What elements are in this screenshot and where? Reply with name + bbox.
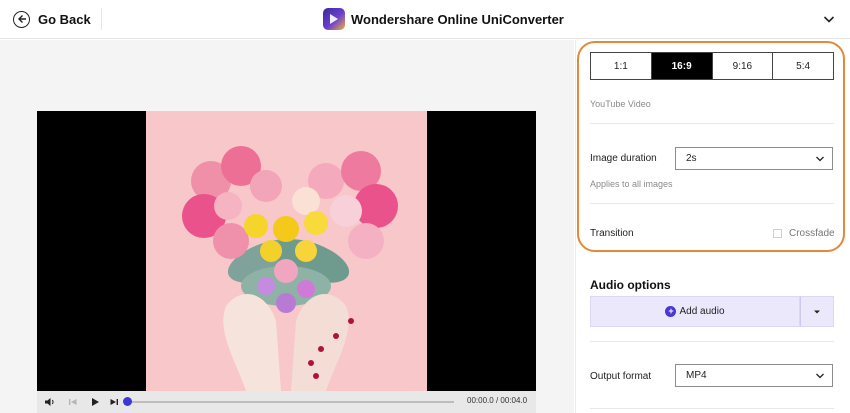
caret-down-icon xyxy=(814,310,820,313)
ratio-option[interactable]: 5:4 xyxy=(773,53,833,79)
divider xyxy=(590,203,834,204)
chevron-down-icon xyxy=(816,373,824,379)
go-back-button[interactable]: Go Back xyxy=(13,9,91,29)
add-audio-button[interactable]: + Add audio xyxy=(590,296,800,327)
seek-bar[interactable] xyxy=(127,401,454,403)
volume-icon[interactable] xyxy=(42,394,58,410)
go-back-label: Go Back xyxy=(38,11,91,27)
aspect-ratio-selector: 1:1 16:9 9:16 5:4 xyxy=(590,52,834,80)
audio-menu-button[interactable] xyxy=(800,296,834,327)
image-duration-hint: Applies to all images xyxy=(590,179,673,189)
play-icon[interactable] xyxy=(87,394,103,410)
divider xyxy=(590,123,834,124)
chevron-down-icon xyxy=(816,156,824,162)
video-preview xyxy=(37,111,536,391)
preview-image xyxy=(146,111,427,391)
plus-icon: + xyxy=(665,306,677,317)
player-controls: 00:00.0 / 00:04.0 xyxy=(37,391,536,413)
arrow-left-icon xyxy=(13,10,30,28)
output-format-label: Output format xyxy=(590,371,652,382)
preview-stage: 00:00.0 / 00:04.0 xyxy=(0,40,574,413)
header-divider xyxy=(101,8,102,30)
chevron-down-icon[interactable] xyxy=(822,12,836,26)
divider xyxy=(590,408,834,409)
output-format-select[interactable]: MP4 xyxy=(675,364,833,387)
crossfade-toggle[interactable]: Crossfade xyxy=(773,228,835,239)
ratio-option[interactable]: 9:16 xyxy=(712,53,774,79)
transition-label: Transition xyxy=(590,228,634,239)
ratio-caption: YouTube Video xyxy=(590,99,651,109)
time-readout: 00:00.0 / 00:04.0 xyxy=(467,396,527,405)
add-audio-label: Add audio xyxy=(679,306,725,317)
image-duration-select[interactable]: 2s xyxy=(675,147,833,170)
previous-frame-icon[interactable] xyxy=(65,394,81,410)
audio-controls: + Add audio xyxy=(590,296,834,327)
image-duration-label: Image duration xyxy=(590,153,657,164)
divider xyxy=(590,341,834,342)
crossfade-checkbox[interactable] xyxy=(773,229,782,238)
ratio-option-selected[interactable]: 16:9 xyxy=(651,53,713,79)
app-title: Wondershare Online UniConverter xyxy=(351,11,564,27)
crossfade-label: Crossfade xyxy=(789,228,835,239)
ratio-option[interactable]: 1:1 xyxy=(591,53,652,79)
uniconverter-logo-icon xyxy=(323,8,345,30)
brand: Wondershare Online UniConverter xyxy=(323,8,564,30)
current-time: 00:00.0 xyxy=(467,396,494,405)
seek-handle[interactable] xyxy=(123,397,132,406)
image-duration-value: 2s xyxy=(686,153,697,164)
settings-panel xyxy=(575,40,850,413)
next-frame-icon[interactable] xyxy=(106,394,122,410)
output-format-value: MP4 xyxy=(686,370,707,381)
top-bar: Go Back Wondershare Online UniConverter xyxy=(0,0,850,39)
total-time: 00:04.0 xyxy=(500,396,528,405)
audio-options-title: Audio options xyxy=(590,278,671,292)
flower-heart-illustration xyxy=(146,111,427,391)
time-separator: / xyxy=(495,396,499,405)
